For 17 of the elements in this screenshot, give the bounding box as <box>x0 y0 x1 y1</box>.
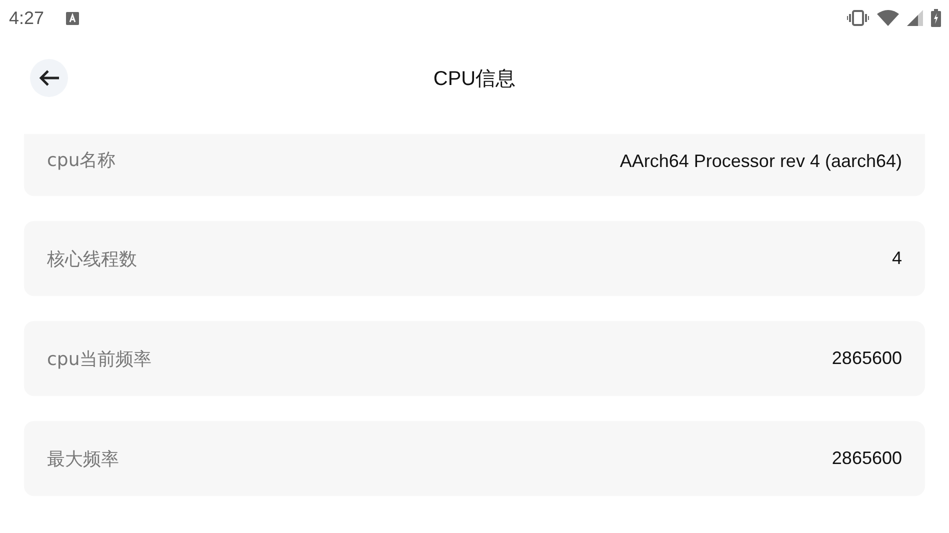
notification-icon <box>66 12 80 24</box>
vibrate-icon <box>847 10 869 26</box>
info-value: AArch64 Processor rev 4 (aarch64) <box>620 151 902 172</box>
wifi-icon <box>877 10 899 26</box>
info-value: 2865600 <box>832 348 902 369</box>
info-label: 最大频率 <box>47 448 119 470</box>
status-time: 4:27 <box>9 8 44 28</box>
info-value: 4 <box>892 248 902 269</box>
info-value: 2865600 <box>832 448 902 469</box>
info-label: cpu当前频率 <box>47 348 152 370</box>
signal-icon <box>907 10 923 26</box>
back-arrow-icon <box>38 69 60 87</box>
page-title: CPU信息 <box>433 66 516 92</box>
info-label: cpu名称 <box>47 149 116 172</box>
battery-icon <box>931 9 941 27</box>
back-button[interactable] <box>30 59 68 97</box>
info-label: 核心线程数 <box>47 248 137 270</box>
